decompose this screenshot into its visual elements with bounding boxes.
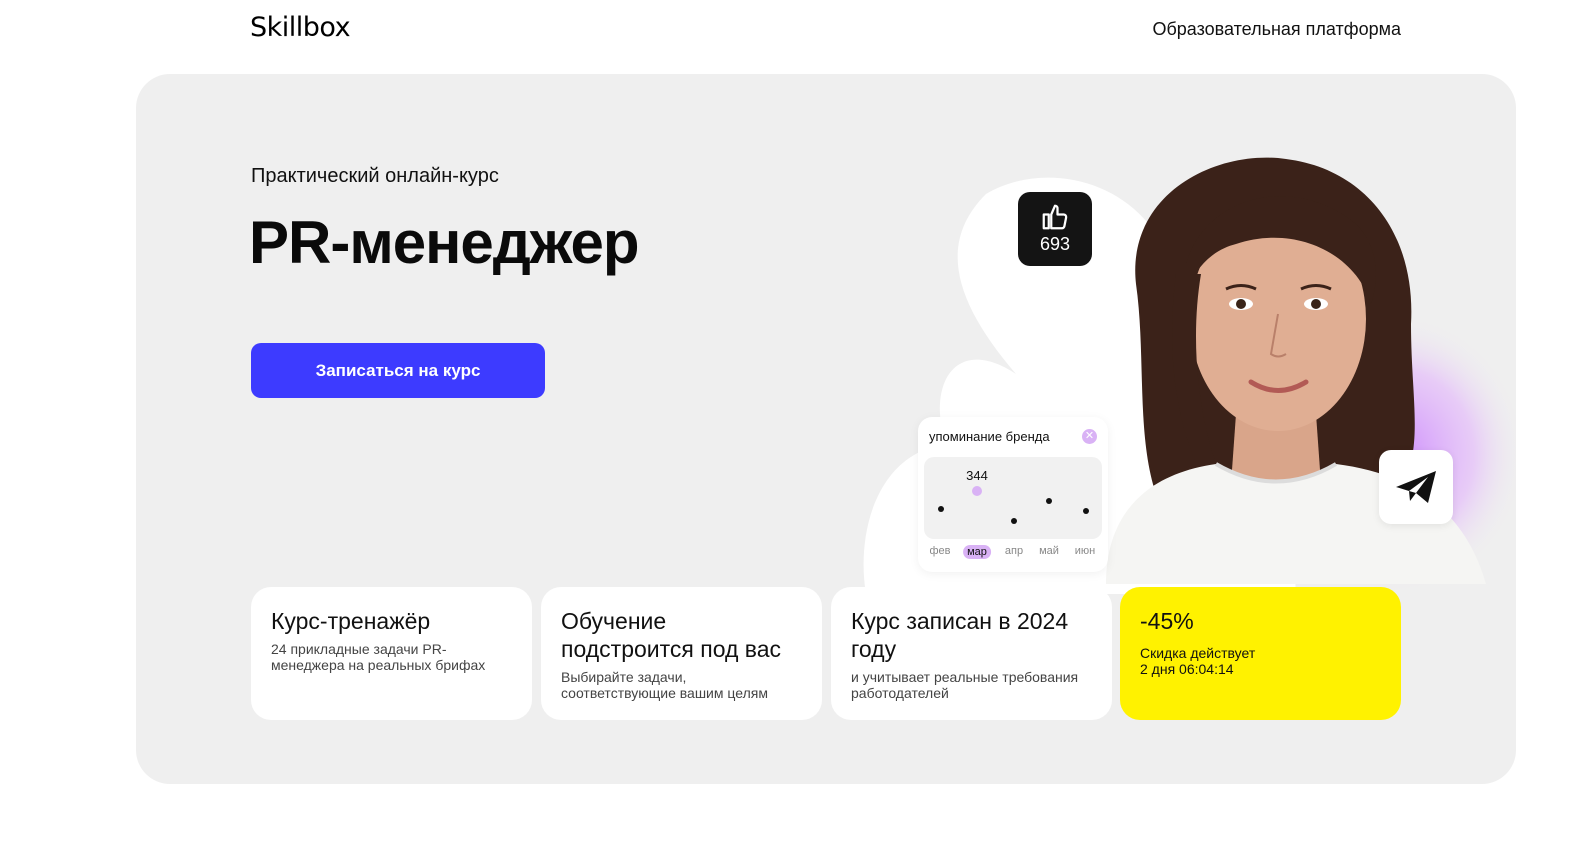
mentions-chart: 344	[938, 468, 1089, 524]
month-axis: фев мар апр май июн	[918, 545, 1108, 563]
feature-card-simulator: Курс-тренажёр 24 прикладные задачи PR-ме…	[251, 587, 532, 720]
feature-text: Выбирайте задачи, соответствующие вашим …	[561, 669, 768, 701]
feature-text: 24 прикладные задачи PR-менеджера на реа…	[271, 641, 486, 673]
feature-title: Курс-тренажёр	[271, 608, 431, 634]
chart-point-0	[938, 506, 944, 512]
month-label[interactable]: мар	[963, 545, 991, 559]
discount-timer: Скидка действует 2 дня 06:04:14	[1140, 645, 1381, 677]
course-type-label: Практический онлайн-курс	[251, 165, 499, 187]
skillbox-logo[interactable]: Skillbox	[250, 12, 351, 43]
feature-card-adaptive: Обучение подстроится под вас Выбирайте з…	[541, 587, 822, 720]
page: Skillbox Образовательная платформа Практ…	[0, 0, 1592, 848]
telegram-icon	[1396, 471, 1436, 503]
likes-count: 693	[1039, 234, 1071, 254]
discount-card[interactable]: -45% Скидка действует 2 дня 06:04:14	[1120, 587, 1401, 720]
feature-card-recorded: Курс записан в 2024 году и учитывает реа…	[831, 587, 1112, 720]
chart-title: упоминание бренда	[929, 429, 1050, 444]
discount-percent: -45%	[1140, 608, 1194, 634]
month-label[interactable]: фев	[929, 545, 950, 557]
discount-label: Скидка действует	[1140, 645, 1256, 661]
platform-tagline: Образовательная платформа	[1152, 19, 1401, 39]
feature-title: Курс записан в 2024 году	[851, 608, 1069, 662]
chart-point-4	[1083, 508, 1089, 514]
course-title: PR-менеджер	[249, 209, 640, 276]
month-label[interactable]: апр	[1005, 545, 1023, 557]
month-label[interactable]: май	[1039, 545, 1059, 557]
brand-mentions-widget: упоминание бренда ✕ 344 фев мар апр май июн	[918, 417, 1108, 572]
likes-badge: 693	[1018, 192, 1092, 266]
chart-point-3	[1046, 498, 1052, 504]
feature-text: и учитывает реальные требования работода…	[851, 669, 1079, 701]
enroll-button[interactable]: Записаться на курс	[251, 343, 545, 398]
chart-plot-area: 344	[924, 457, 1102, 539]
feature-title: Обучение подстроится под вас	[561, 608, 782, 662]
month-label[interactable]: июн	[1075, 545, 1095, 557]
chart-point-1	[972, 486, 982, 496]
share-badge	[1379, 450, 1453, 524]
thumbs-up-icon	[1042, 204, 1068, 230]
close-icon[interactable]: ✕	[1082, 429, 1097, 444]
highlight-value-label: 344	[966, 468, 988, 483]
chart-point-2	[1011, 518, 1017, 524]
discount-countdown: 2 дня 06:04:14	[1140, 661, 1234, 677]
